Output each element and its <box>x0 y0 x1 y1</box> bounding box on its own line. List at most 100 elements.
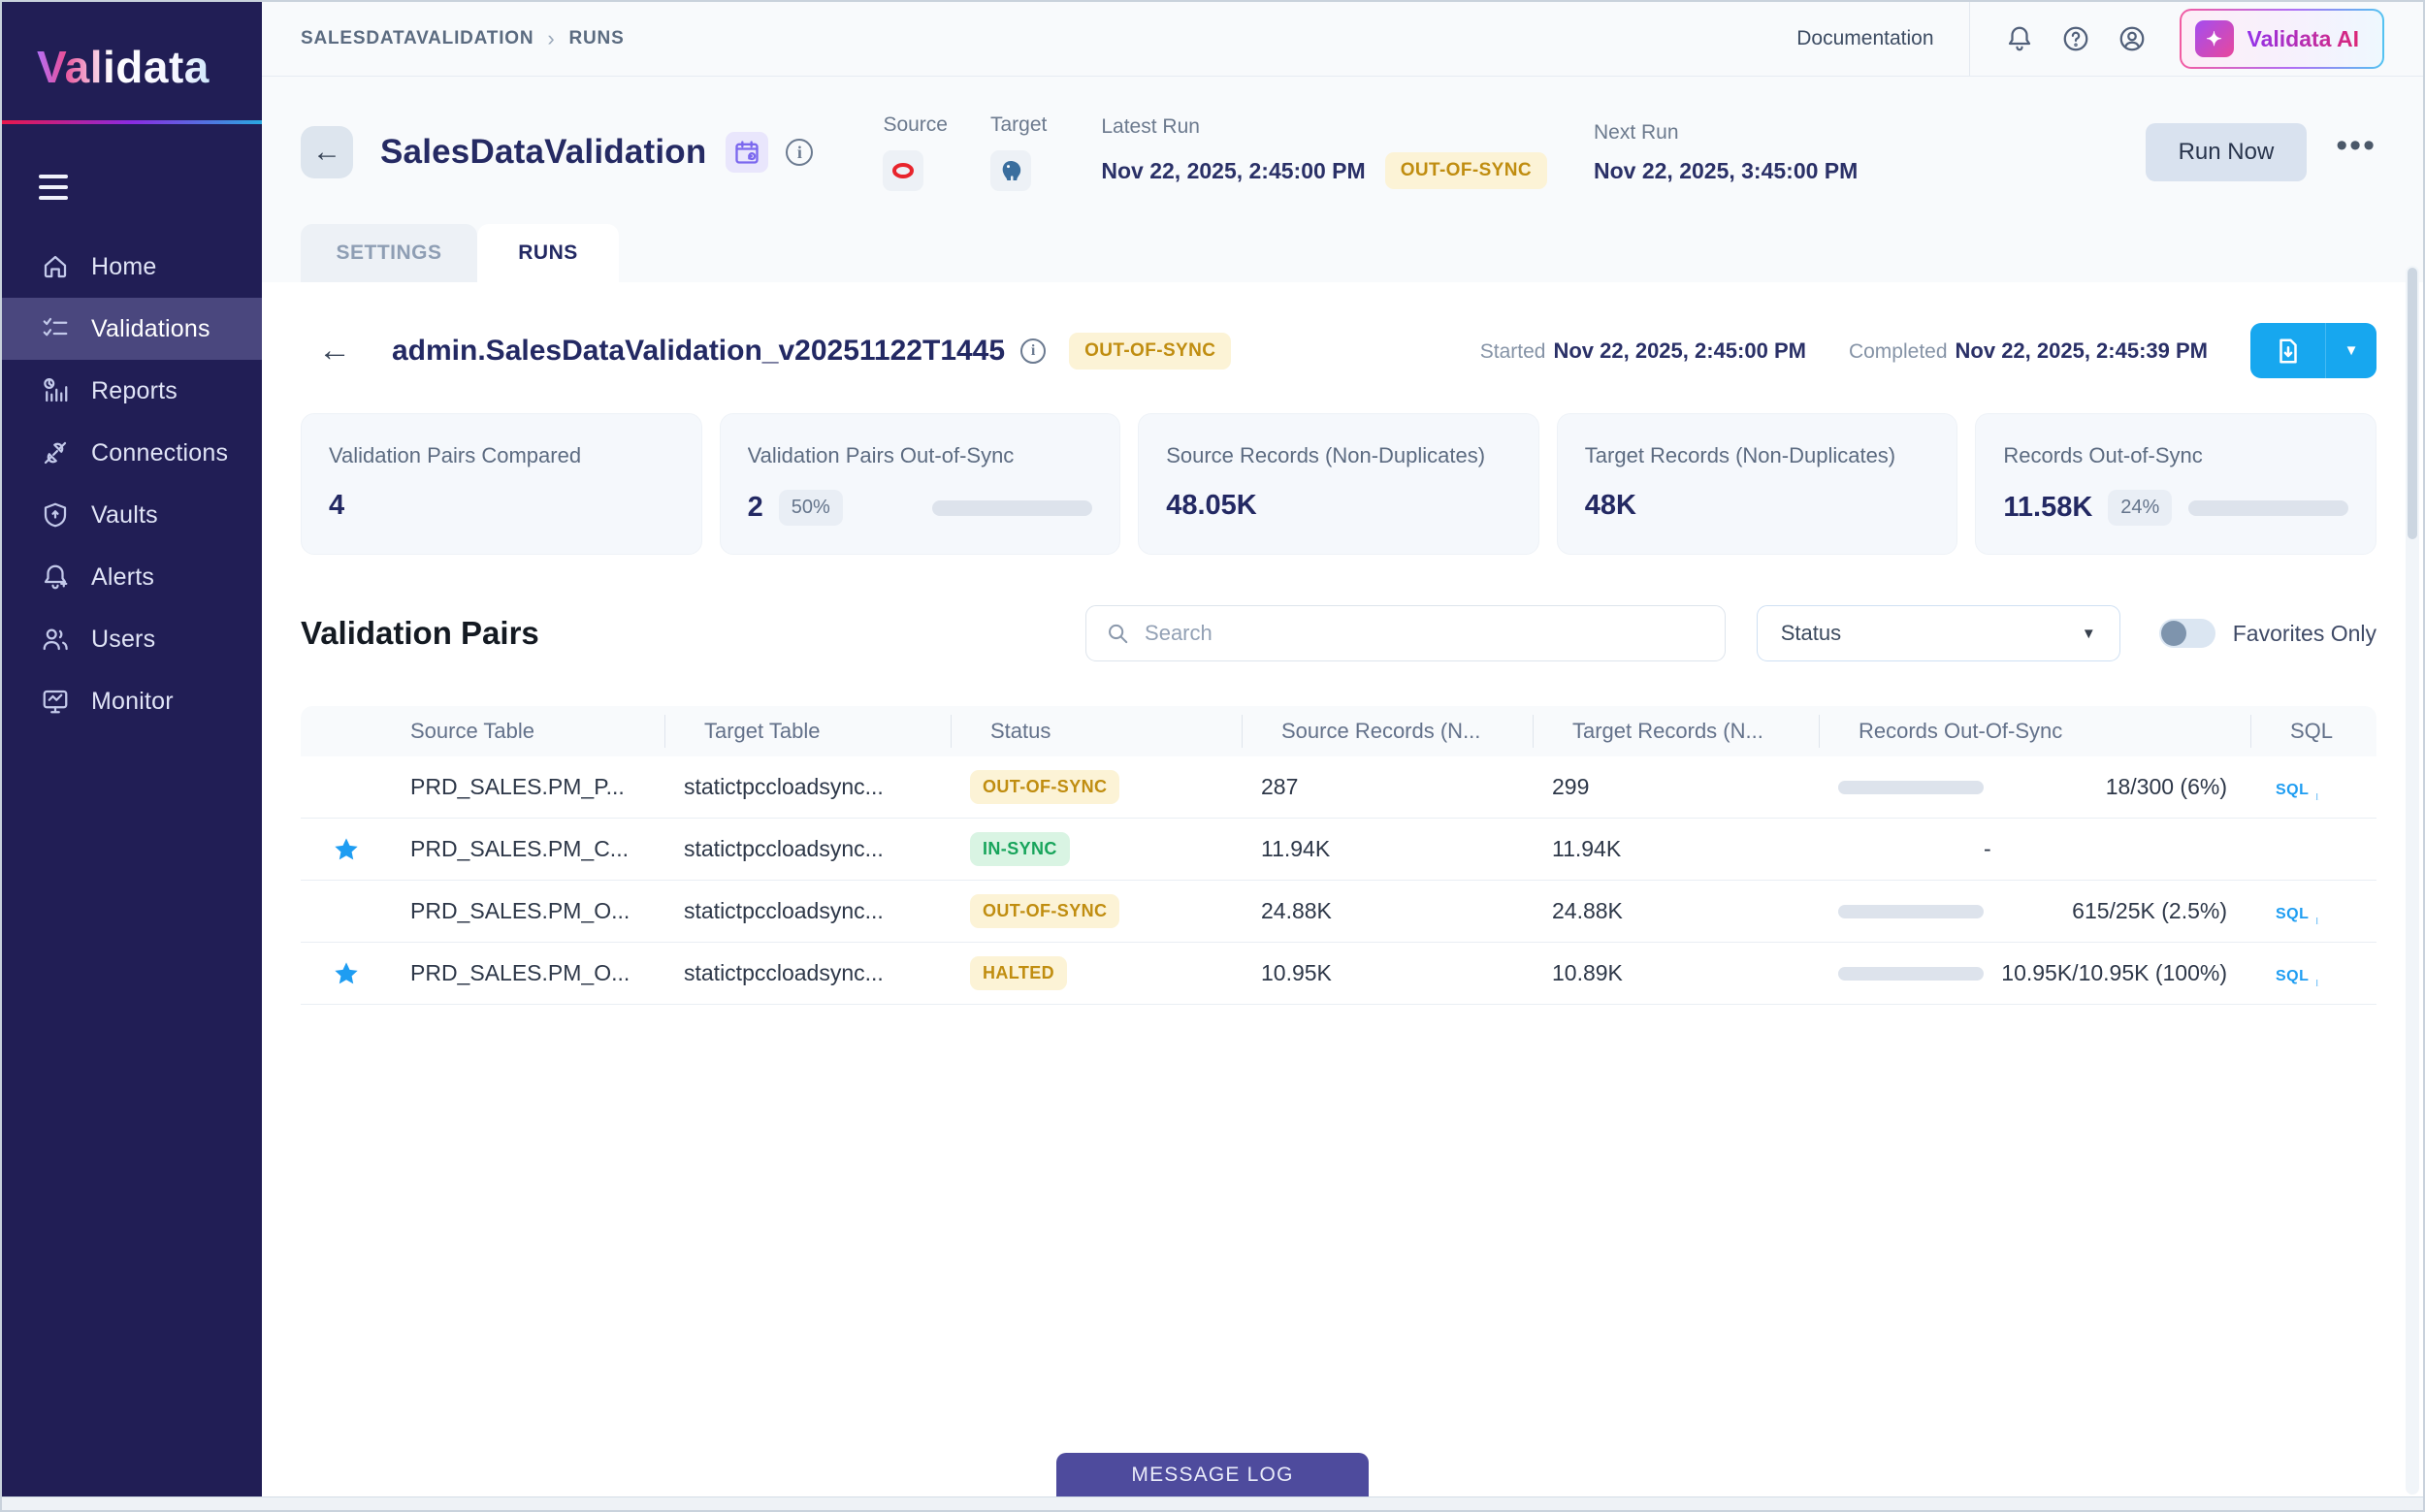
breadcrumb-current: RUNS <box>569 28 625 49</box>
sql-download-icon[interactable]: SQL↓ <box>2276 782 2309 798</box>
run-name: admin.SalesDataValidation_v20251122T1445 <box>392 335 1005 368</box>
scrollbar-thumb[interactable] <box>2408 268 2417 539</box>
topbar: SALESDATAVALIDATION › RUNS Documentation… <box>262 2 2423 77</box>
out-of-sync-cell: - <box>1819 836 2250 862</box>
validata-ai-button[interactable]: ✦ Validata AI <box>2180 9 2384 69</box>
status-badge: HALTED <box>970 956 1067 990</box>
search-input[interactable] <box>1145 621 1705 646</box>
bottom-strip <box>2 1496 2423 1510</box>
sidebar-item-vaults[interactable]: Vaults <box>2 484 262 546</box>
table-row[interactable]: PRD_SALES.PM_O... statictpccloadsync... … <box>301 881 2376 943</box>
sidebar-item-validations[interactable]: Validations <box>2 298 262 360</box>
chevron-down-icon: ▼ <box>2082 626 2096 642</box>
progress-bar <box>2188 500 2348 516</box>
back-button[interactable]: ← <box>301 126 353 178</box>
tab-settings[interactable]: SETTINGS <box>301 224 477 282</box>
export-dropdown-caret[interactable]: ▼ <box>2326 323 2376 378</box>
run-header: ← admin.SalesDataValidation_v20251122T14… <box>301 282 2376 378</box>
report-chart-icon <box>39 374 72 407</box>
source-meta: Source <box>883 113 948 191</box>
oracle-source-icon <box>883 150 923 191</box>
table-row[interactable]: PRD_SALES.PM_P... statictpccloadsync... … <box>301 756 2376 819</box>
favorite-star-icon[interactable] <box>301 836 391 863</box>
sidebar-item-label: Home <box>91 253 157 281</box>
vertical-scrollbar[interactable] <box>2406 266 2419 1495</box>
run-now-button[interactable]: Run Now <box>2146 123 2308 181</box>
bell-plus-icon <box>39 561 72 594</box>
title-info-icon[interactable]: i <box>786 139 813 166</box>
target-meta: Target <box>990 113 1047 191</box>
documentation-link[interactable]: Documentation <box>1796 27 1933 50</box>
plug-icon <box>39 436 72 469</box>
message-log-button[interactable]: MESSAGE LOG <box>1056 1453 1369 1496</box>
col-records-out-of-sync[interactable]: Records Out-Of-Sync <box>1819 715 2250 748</box>
favorites-toggle-group: Favorites Only <box>2159 619 2376 648</box>
topbar-divider <box>1969 2 1970 76</box>
col-source-records[interactable]: Source Records (N... <box>1242 715 1533 748</box>
sidebar-item-label: Validations <box>91 315 210 343</box>
table-row[interactable]: PRD_SALES.PM_C... statictpccloadsync... … <box>301 819 2376 881</box>
col-target-table[interactable]: Target Table <box>664 715 951 748</box>
latest-run-value: Nov 22, 2025, 2:45:00 PM <box>1101 158 1365 184</box>
search-box <box>1085 605 1726 661</box>
sql-download-icon[interactable]: SQL↓ <box>2276 968 2309 984</box>
notifications-bell-icon[interactable] <box>2005 24 2034 53</box>
stat-card-target-records: Target Records (Non-Duplicates) 48K <box>1557 413 1958 555</box>
oos-progress-bar <box>1838 781 1984 794</box>
users-icon <box>39 623 72 656</box>
progress-bar <box>932 500 1092 516</box>
run-status-badge: OUT-OF-SYNC <box>1069 333 1231 370</box>
schedule-calendar-icon[interactable] <box>726 132 768 173</box>
next-run-value: Nov 22, 2025, 3:45:00 PM <box>1594 158 1858 184</box>
more-options-icon[interactable]: ••• <box>2336 136 2376 169</box>
col-status[interactable]: Status <box>951 715 1242 748</box>
sidebar-item-connections[interactable]: Connections <box>2 422 262 484</box>
sidebar-item-users[interactable]: Users <box>2 608 262 670</box>
postgres-target-icon <box>990 150 1031 191</box>
search-icon <box>1106 621 1129 646</box>
checklist-icon <box>39 312 72 345</box>
tab-runs[interactable]: RUNS <box>477 224 619 282</box>
brand-gradient-divider <box>2 120 262 124</box>
sidebar-item-label: Users <box>91 626 155 654</box>
help-icon[interactable] <box>2061 24 2090 53</box>
sidebar-item-alerts[interactable]: Alerts <box>2 546 262 608</box>
table-row[interactable]: PRD_SALES.PM_O... statictpccloadsync... … <box>301 943 2376 1005</box>
favorite-star-icon[interactable] <box>301 960 391 987</box>
export-report-icon[interactable] <box>2250 323 2326 378</box>
menu-toggle-button[interactable] <box>39 175 78 207</box>
header-actions: Run Now ••• <box>2146 123 2376 181</box>
breadcrumb-parent[interactable]: SALESDATAVALIDATION <box>301 28 534 49</box>
ai-button-label: Validata AI <box>2247 26 2359 52</box>
account-icon[interactable] <box>2118 24 2147 53</box>
percent-chip: 50% <box>779 490 843 526</box>
percent-chip: 24% <box>2108 490 2172 526</box>
run-info-icon[interactable]: i <box>1020 338 1046 364</box>
favorites-toggle[interactable] <box>2159 619 2215 648</box>
col-target-records[interactable]: Target Records (N... <box>1533 715 1819 748</box>
sidebar-item-monitor[interactable]: Monitor <box>2 670 262 732</box>
run-started: StartedNov 22, 2025, 2:45:00 PM <box>1480 338 1806 364</box>
latest-run-meta: Latest Run Nov 22, 2025, 2:45:00 PM OUT-… <box>1101 115 1547 189</box>
ai-sparkle-chat-icon: ✦ <box>2195 20 2234 57</box>
oos-progress-bar <box>1838 967 1984 981</box>
sidebar-item-reports[interactable]: Reports <box>2 360 262 422</box>
page-title: SalesDataValidation <box>380 133 706 172</box>
status-filter-select[interactable]: Status ▼ <box>1757 605 2120 661</box>
col-source-table[interactable]: Source Table <box>391 719 664 744</box>
sql-download-icon[interactable]: SQL↓ <box>2276 906 2309 922</box>
oos-progress-bar <box>1838 905 1984 918</box>
run-back-button[interactable]: ← <box>318 332 351 370</box>
stat-card-source-records: Source Records (Non-Duplicates) 48.05K <box>1138 413 1539 555</box>
stat-card-pairs-compared: Validation Pairs Compared 4 <box>301 413 702 555</box>
favorites-label: Favorites Only <box>2233 621 2376 647</box>
monitor-icon <box>39 685 72 718</box>
col-sql[interactable]: SQL <box>2250 715 2376 748</box>
source-label: Source <box>883 113 948 137</box>
app-window: Validata Home Validations Reports Connec… <box>0 0 2425 1512</box>
target-label: Target <box>990 113 1047 137</box>
sidebar-item-label: Vaults <box>91 501 158 530</box>
stat-cards: Validation Pairs Compared 4 Validation P… <box>301 413 2376 555</box>
sidebar-item-home[interactable]: Home <box>2 236 262 298</box>
shield-icon <box>39 499 72 531</box>
